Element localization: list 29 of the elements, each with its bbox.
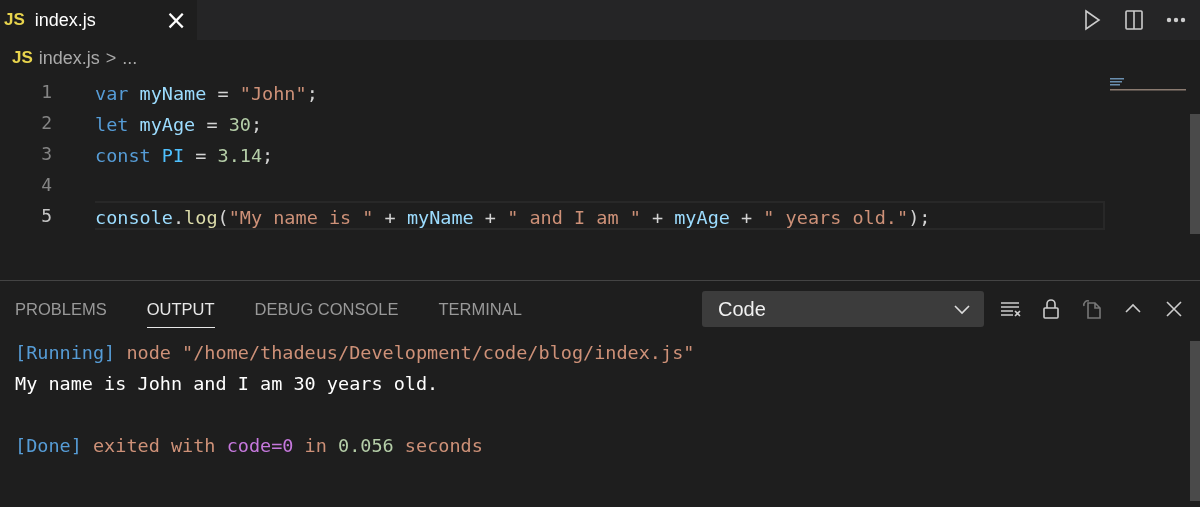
output-line: My name is John and I am 30 years old.: [15, 372, 440, 396]
js-file-icon: JS: [4, 10, 25, 30]
output-channel-dropdown[interactable]: Code: [702, 291, 984, 327]
split-editor-icon[interactable]: [1122, 8, 1146, 32]
line-number: 4: [40, 174, 52, 195]
minimap-drawing[interactable]: [1110, 76, 1186, 92]
line-number: 1: [40, 81, 52, 102]
output-line: [Running] node "/home/thadeus/Development/code/blog/index.js": [15, 341, 696, 365]
editor-tab[interactable]: JS index.js ×: [0, 0, 197, 40]
breadcrumb-separator: >: [105, 47, 117, 69]
output-line: [Done] exited with code=0 in 0.056 seconds: [15, 434, 484, 458]
panel-tab[interactable]: DEBUG CONSOLE: [254, 290, 399, 328]
line-number: 3: [40, 143, 52, 164]
breadcrumb-item[interactable]: index.js: [38, 47, 100, 69]
code-line: const PI = 3.14;: [95, 144, 275, 168]
js-file-icon: JS: [12, 48, 33, 68]
line-number: 5: [40, 205, 52, 226]
code-line: console.log("My name is " + myName + " and I am " + myAge + " years old.");: [95, 201, 1105, 230]
code-line: var myName = "John";: [95, 82, 319, 106]
breadcrumb-item[interactable]: ...: [122, 47, 138, 69]
panel-tab[interactable]: OUTPUT: [146, 290, 215, 328]
open-file-icon[interactable]: [1080, 297, 1104, 321]
line-number: 2: [40, 112, 52, 133]
close-icon[interactable]: ×: [165, 7, 187, 33]
code-line: let myAge = 30;: [95, 113, 264, 137]
scrollbar[interactable]: [1190, 114, 1200, 234]
panel-tab[interactable]: PROBLEMS: [15, 290, 107, 328]
scrollbar[interactable]: [1190, 341, 1200, 501]
panel-tab[interactable]: TERMINAL: [438, 290, 522, 328]
